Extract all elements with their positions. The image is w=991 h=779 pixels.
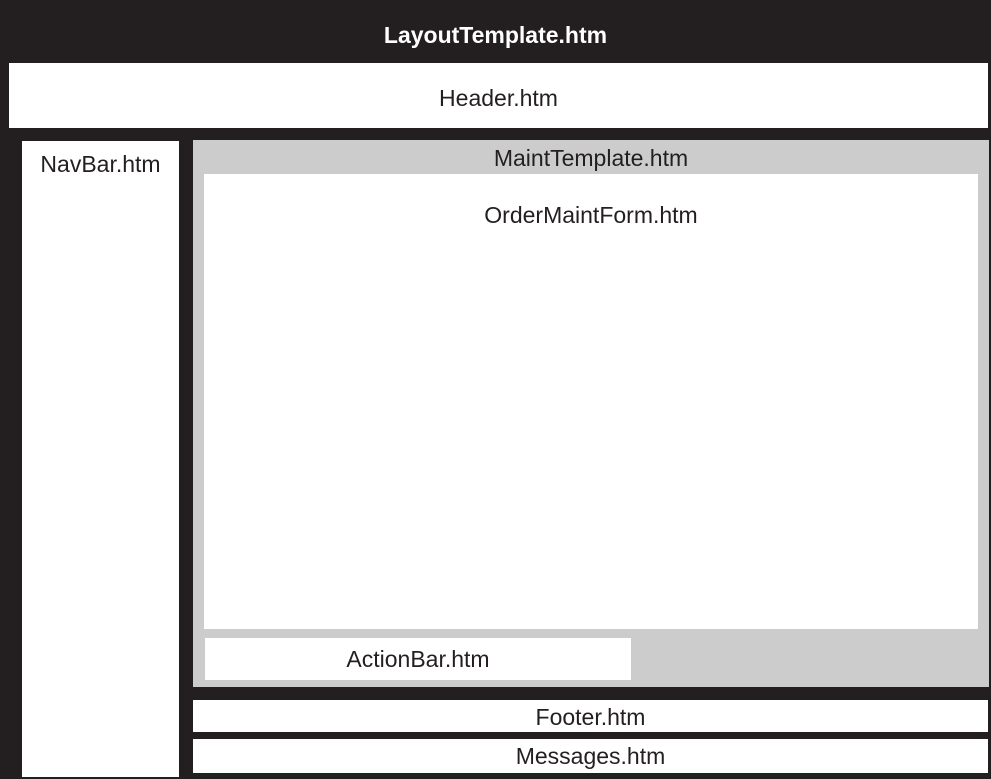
header-region: Header.htm [9, 63, 988, 128]
navbar-label: NavBar.htm [40, 151, 161, 177]
layout-template-frame: LayoutTemplate.htm Header.htm NavBar.htm… [0, 0, 991, 779]
maint-template-region: MaintTemplate.htm OrderMaintForm.htm Act… [193, 140, 989, 687]
layout-template-title: LayoutTemplate.htm [383, 22, 608, 48]
header-label: Header.htm [439, 85, 558, 111]
maint-template-label: MaintTemplate.htm [493, 145, 689, 171]
messages-label: Messages.htm [515, 743, 666, 769]
messages-region: Messages.htm [193, 739, 988, 773]
footer-label: Footer.htm [535, 704, 646, 730]
action-bar-label: ActionBar.htm [346, 646, 490, 672]
navbar-region: NavBar.htm [22, 141, 179, 777]
action-bar-region: ActionBar.htm [205, 638, 631, 680]
footer-region: Footer.htm [193, 700, 988, 732]
order-maint-form-label: OrderMaintForm.htm [484, 202, 698, 228]
order-maint-form-region: OrderMaintForm.htm [204, 174, 978, 629]
